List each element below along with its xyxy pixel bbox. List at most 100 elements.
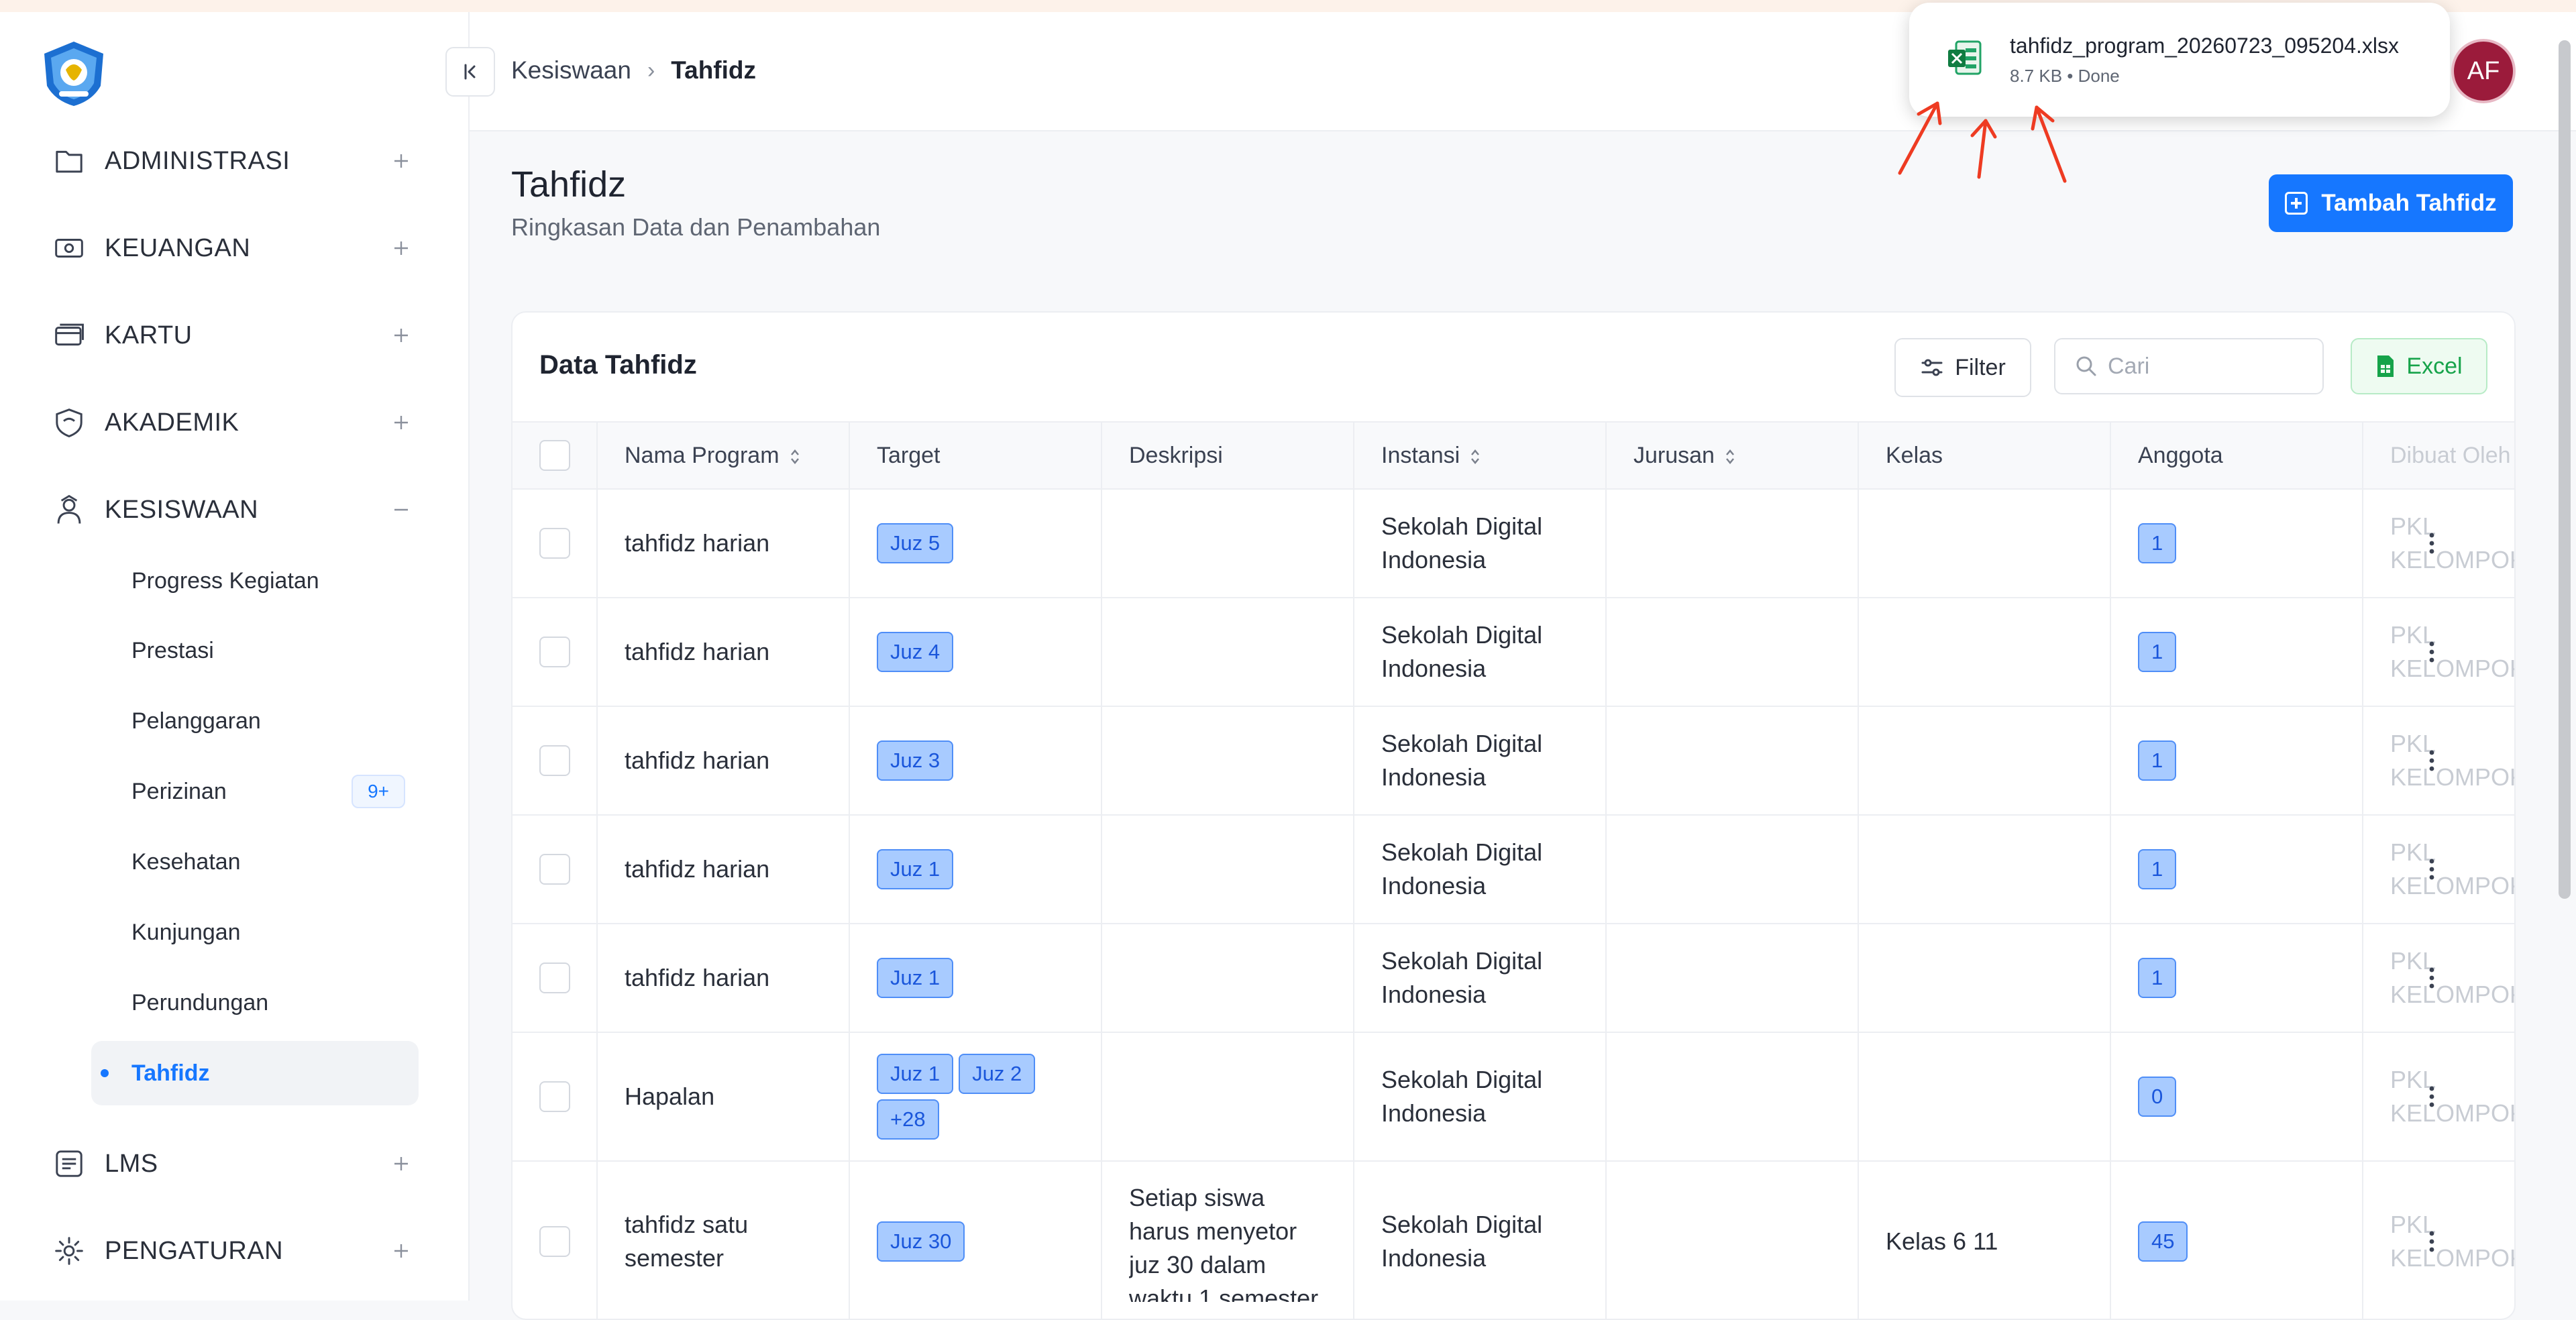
cell-target: Juz 1 Juz 2 +28 — [849, 1032, 1102, 1162]
sort-icon[interactable] — [1469, 447, 1481, 467]
sidebar-item-akademik[interactable]: AKADEMIK — [52, 399, 415, 446]
row-checkbox[interactable] — [539, 637, 570, 667]
sidebar-item-lms[interactable]: LMS — [52, 1140, 415, 1187]
cell-instansi: Sekolah Digital Indonesia — [1353, 1032, 1606, 1162]
sidebar-item-label: LMS — [105, 1149, 158, 1178]
row-checkbox[interactable] — [539, 1081, 570, 1112]
row-checkbox[interactable] — [539, 963, 570, 993]
cell-dibuat-oleh: PKL KELOMPOK BESAR — [2362, 598, 2514, 707]
cell-instansi: Sekolah Digital Indonesia — [1353, 924, 1606, 1033]
search-input[interactable] — [2106, 352, 2310, 380]
cell-anggota: 1 — [2110, 815, 2363, 924]
member-count-badge: 45 — [2138, 1221, 2188, 1262]
header-dibuat-oleh: Dibuat Oleh — [2362, 421, 2514, 490]
target-tag: Juz 4 — [877, 632, 954, 672]
more-options-icon[interactable] — [2428, 1083, 2436, 1110]
row-checkbox[interactable] — [539, 1226, 570, 1257]
card-title: Data Tahfidz — [539, 350, 697, 380]
download-filename[interactable]: tahfidz_program_20260723_095204.xlsx — [2010, 34, 2399, 58]
row-checkbox[interactable] — [539, 854, 570, 885]
user-avatar[interactable]: AF — [2451, 39, 2516, 103]
cell-kelas — [1858, 598, 2110, 707]
cell-dibuat-oleh: PKL KELOMPOK BESAR — [2362, 924, 2514, 1033]
cell-target: Juz 1 — [849, 815, 1102, 924]
cell-anggota: 1 — [2110, 924, 2363, 1033]
sidebar-item-kartu[interactable]: KARTU — [52, 312, 415, 359]
sidebar-sub-prestasi[interactable]: Prestasi — [91, 618, 419, 683]
sidebar-sub-perundungan[interactable]: Perundungan — [91, 971, 419, 1035]
add-tahfidz-button[interactable]: Tambah Tahfidz — [2269, 174, 2513, 232]
cell-nama-program: tahfidz harian — [596, 924, 849, 1033]
sidebar-sub-pelanggaran[interactable]: Pelanggaran — [91, 689, 419, 753]
row-checkbox[interactable] — [539, 745, 570, 776]
sidebar-sub-kesehatan[interactable]: Kesehatan — [91, 830, 419, 894]
sidebar-item-kesiswaan[interactable]: KESISWAAN — [52, 486, 415, 533]
table-row[interactable]: Hapalan Juz 1 Juz 2 +28 Sekolah Digital Indo… — [513, 1032, 2514, 1162]
table-row[interactable]: tahfidz harian Juz 1 Sekolah Digital Indon… — [513, 924, 2514, 1033]
plus-icon[interactable] — [388, 1150, 415, 1177]
more-options-icon[interactable] — [2428, 856, 2436, 883]
sidebar-item-administrasi[interactable]: ADMINISTRASI — [52, 138, 415, 184]
member-count-badge: 1 — [2138, 632, 2177, 672]
cell-deskripsi — [1101, 598, 1354, 707]
annotation-arrows — [1898, 101, 2067, 183]
cell-instansi: Sekolah Digital Indonesia — [1353, 598, 1606, 707]
cell-anggota: 0 — [2110, 1032, 2363, 1162]
sidebar-sub-kunjungan[interactable]: Kunjungan — [91, 900, 419, 965]
table-row[interactable]: tahfidz harian Juz 5 Sekolah Digital Indon… — [513, 489, 2514, 598]
plus-icon[interactable] — [388, 1238, 415, 1264]
sidebar-sub-label: Pelanggaran — [131, 708, 261, 734]
table-row[interactable]: tahfidz harian Juz 4 Sekolah Digital Indon… — [513, 598, 2514, 707]
sidebar-sub-label: Prestasi — [131, 637, 214, 663]
cell-jurusan — [1605, 815, 1858, 924]
more-options-icon[interactable] — [2428, 530, 2436, 557]
sidebar-item-keuangan[interactable]: KEUANGAN — [52, 225, 415, 272]
table-row[interactable]: tahfidz harian Juz 3 Sekolah Digital Indon… — [513, 706, 2514, 816]
sort-icon[interactable] — [1724, 447, 1736, 467]
cell-nama-program: tahfidz harian — [596, 489, 849, 598]
more-options-icon[interactable] — [2428, 1228, 2436, 1255]
plus-icon[interactable] — [388, 148, 415, 174]
target-tag: Juz 30 — [877, 1221, 965, 1262]
header-instansi[interactable]: Instansi — [1353, 421, 1606, 490]
page-subtitle: Ringkasan Data dan Penambahan — [511, 213, 881, 241]
sort-icon[interactable] — [789, 447, 801, 467]
filter-button[interactable]: Filter — [1894, 338, 2031, 397]
cell-dibuat-oleh: PKL KELOMPOK BESAR — [2362, 706, 2514, 816]
cell-deskripsi — [1101, 1032, 1354, 1162]
cell-anggota: 1 — [2110, 598, 2363, 707]
excel-export-button[interactable]: Excel — [2351, 338, 2487, 394]
page-scrollbar[interactable] — [2559, 40, 2571, 899]
breadcrumb-parent[interactable]: Kesiswaan — [511, 56, 631, 85]
breadcrumb-current: Tahfidz — [671, 56, 757, 84]
table-row[interactable]: tahfidz satu semester Juz 30 Setiap siswa … — [513, 1161, 2514, 1319]
plus-icon[interactable] — [388, 409, 415, 436]
plus-icon[interactable] — [388, 322, 415, 349]
money-icon — [55, 239, 83, 258]
sidebar-sub-progress-kegiatan[interactable]: Progress Kegiatan — [91, 549, 419, 613]
table-row[interactable]: tahfidz harian Juz 1 Sekolah Digital Indon… — [513, 815, 2514, 924]
search-box[interactable] — [2054, 338, 2324, 394]
cell-deskripsi: Setiap siswa harus menyetor juz 30 dalam… — [1101, 1161, 1354, 1319]
plus-icon[interactable] — [388, 235, 415, 262]
header-jurusan[interactable]: Jurusan — [1605, 421, 1858, 490]
sidebar-sub-perizinan[interactable]: Perizinan 9+ — [91, 759, 419, 824]
cell-dibuat-oleh: PKL KELOMPOK BESAR — [2362, 815, 2514, 924]
row-checkbox[interactable] — [539, 528, 570, 559]
cell-kelas — [1858, 706, 2110, 816]
target-tag: Juz 3 — [877, 740, 954, 781]
logo-icon[interactable] — [39, 39, 109, 109]
sidebar-item-label: KEUANGAN — [105, 233, 251, 262]
row-select-cell — [513, 924, 597, 1033]
more-options-icon[interactable] — [2428, 965, 2436, 991]
more-options-icon[interactable] — [2428, 747, 2436, 774]
header-nama-program[interactable]: Nama Program — [596, 421, 849, 490]
minus-icon[interactable] — [388, 496, 415, 523]
select-all-checkbox[interactable] — [539, 440, 570, 471]
more-options-icon[interactable] — [2428, 639, 2436, 665]
sidebar-sub-tahfidz[interactable]: Tahfidz — [91, 1041, 419, 1105]
collapse-sidebar-button[interactable] — [445, 47, 495, 97]
plus-square-icon — [2285, 192, 2308, 215]
cell-kelas — [1858, 815, 2110, 924]
sidebar-item-pengaturan[interactable]: PENGATURAN — [52, 1227, 415, 1274]
